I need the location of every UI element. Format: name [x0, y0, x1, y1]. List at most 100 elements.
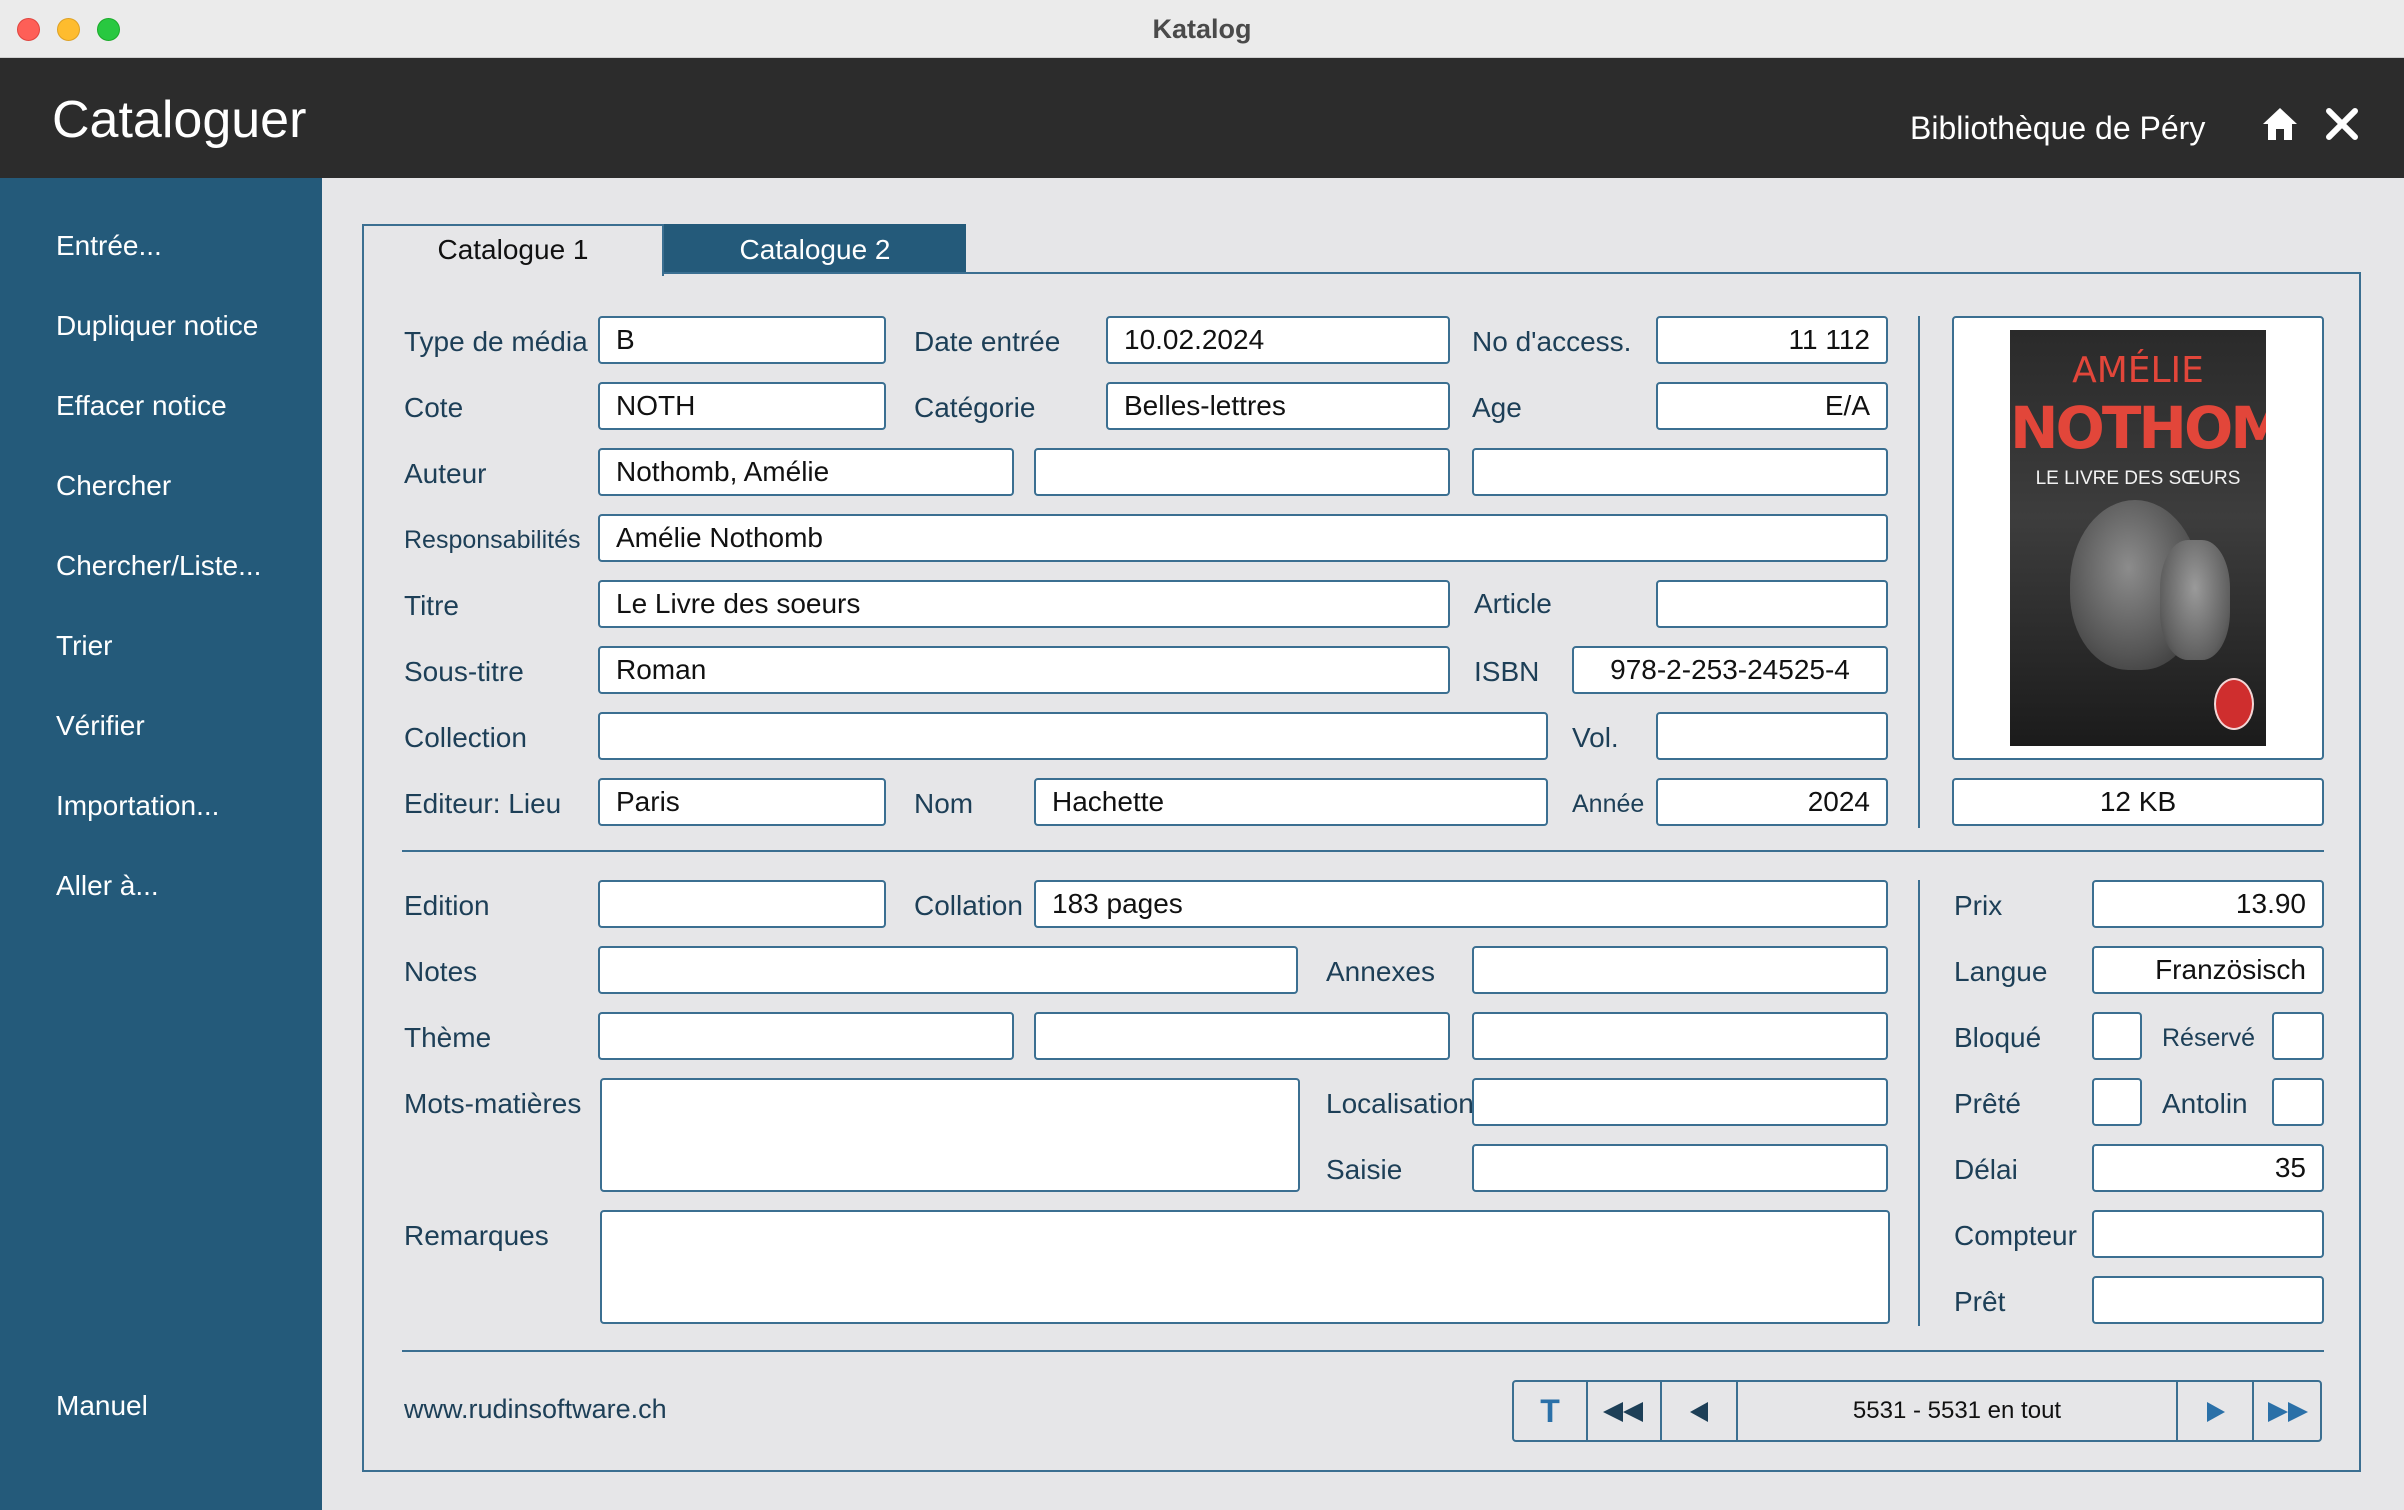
responsabilites-field[interactable]: Amélie Nothomb — [598, 514, 1888, 562]
label-langue: Langue — [1954, 956, 2048, 987]
lower-divider — [1918, 880, 1920, 1326]
label-age: Age — [1472, 392, 1522, 423]
auteur-field[interactable]: Nothomb, Amélie — [598, 448, 1014, 496]
sidebar-item-trier[interactable]: Trier — [56, 630, 113, 662]
theme-2-field[interactable] — [1034, 1012, 1450, 1060]
no-access-field[interactable]: 11 112 — [1656, 316, 1888, 364]
sidebar-item-chercher-liste[interactable]: Chercher/Liste... — [56, 550, 261, 582]
label-cote: Cote — [404, 392, 464, 423]
label-bloque: Bloqué — [1954, 1022, 2042, 1053]
title-bar: Katalog — [0, 0, 2404, 58]
mots-matieres-textarea[interactable] — [600, 1078, 1300, 1192]
sidebar-item-entree[interactable]: Entrée... — [56, 230, 162, 262]
label-isbn: ISBN — [1474, 656, 1540, 687]
vol-field[interactable] — [1656, 712, 1888, 760]
antolin-checkbox[interactable] — [2272, 1078, 2324, 1126]
prix-field[interactable]: 13.90 — [2092, 880, 2324, 928]
label-collection: Collection — [404, 722, 527, 753]
article-field[interactable] — [1656, 580, 1888, 628]
home-icon[interactable] — [2260, 104, 2300, 144]
theme-1-field[interactable] — [598, 1012, 1014, 1060]
fast-forward-icon — [2268, 1402, 2308, 1423]
tab-catalogue-1[interactable]: Catalogue 1 — [362, 224, 664, 276]
sidebar-item-chercher[interactable]: Chercher — [56, 470, 171, 502]
tab-catalogue-2[interactable]: Catalogue 2 — [664, 224, 966, 274]
label-sous-titre: Sous-titre — [404, 656, 524, 687]
app-header: Cataloguer Bibliothèque de Péry — [0, 58, 2404, 178]
cover-image-frame[interactable]: AMÉLIE NOTHOMB LE LIVRE DES SŒURS — [1952, 316, 2324, 760]
titre-field[interactable]: Le Livre des soeurs — [598, 580, 1450, 628]
type-media-field[interactable]: B — [598, 316, 886, 364]
label-prix: Prix — [1954, 890, 2003, 921]
footer-divider — [402, 1350, 2324, 1352]
collection-field[interactable] — [598, 712, 1548, 760]
previous-icon — [1690, 1402, 1708, 1423]
compteur-field[interactable] — [2092, 1210, 2324, 1258]
text-view-button[interactable]: T — [1514, 1382, 1588, 1440]
langue-field[interactable]: Französisch — [2092, 946, 2324, 994]
label-annexes: Annexes — [1326, 956, 1435, 987]
delai-field[interactable]: 35 — [2092, 1144, 2324, 1192]
cover-author-last: NOTHOMB — [2010, 394, 2266, 462]
label-annee: Année — [1572, 790, 1645, 818]
sidebar-item-effacer[interactable]: Effacer notice — [56, 390, 227, 422]
previous-record-button[interactable] — [1662, 1382, 1738, 1440]
sidebar-item-verifier[interactable]: Vérifier — [56, 710, 145, 742]
label-pret: Prêt — [1954, 1286, 2006, 1317]
sidebar: Entrée... Dupliquer notice Effacer notic… — [0, 178, 322, 1510]
label-antolin: Antolin — [2162, 1088, 2248, 1119]
edition-field[interactable] — [598, 880, 886, 928]
reserve-checkbox[interactable] — [2272, 1012, 2324, 1060]
first-record-button[interactable] — [1588, 1382, 1662, 1440]
label-compteur: Compteur — [1954, 1220, 2077, 1251]
label-no-access: No d'access. — [1472, 326, 1632, 357]
sidebar-item-manuel[interactable]: Manuel — [56, 1390, 148, 1422]
label-delai: Délai — [1954, 1154, 2018, 1185]
auteur-3-field[interactable] — [1472, 448, 1888, 496]
date-entree-field[interactable]: 10.02.2024 — [1106, 316, 1450, 364]
notes-field[interactable] — [598, 946, 1298, 994]
sidebar-item-importation[interactable]: Importation... — [56, 790, 219, 822]
isbn-field[interactable]: 978-2-253-24525-4 — [1572, 646, 1888, 694]
label-auteur: Auteur — [404, 458, 487, 489]
label-saisie: Saisie — [1326, 1154, 1403, 1185]
editeur-nom-field[interactable]: Hachette — [1034, 778, 1548, 826]
saisie-field[interactable] — [1472, 1144, 1888, 1192]
bloque-checkbox[interactable] — [2092, 1012, 2142, 1060]
upper-divider — [1918, 316, 1920, 828]
sidebar-item-dupliquer[interactable]: Dupliquer notice — [56, 310, 258, 342]
label-responsabilites: Responsabilités — [404, 526, 581, 554]
collation-field[interactable]: 183 pages — [1034, 880, 1888, 928]
website-link[interactable]: www.rudinsoftware.ch — [404, 1394, 667, 1425]
next-icon — [2207, 1402, 2225, 1423]
label-editeur-lieu: Editeur: Lieu — [404, 788, 562, 819]
prete-checkbox[interactable] — [2092, 1078, 2142, 1126]
rewind-icon — [1603, 1402, 1643, 1423]
pret-field[interactable] — [2092, 1276, 2324, 1324]
publisher-logo — [2214, 678, 2254, 730]
sous-titre-field[interactable]: Roman — [598, 646, 1450, 694]
label-localisation: Localisation — [1326, 1088, 1474, 1119]
sidebar-item-aller[interactable]: Aller à... — [56, 870, 159, 902]
auteur-2-field[interactable] — [1034, 448, 1450, 496]
label-vol: Vol. — [1572, 722, 1619, 753]
next-record-button[interactable] — [2180, 1382, 2254, 1440]
label-remarques: Remarques — [404, 1220, 549, 1251]
close-icon[interactable] — [2322, 104, 2362, 144]
cover-hand — [2160, 540, 2230, 660]
theme-3-field[interactable] — [1472, 1012, 1888, 1060]
age-field[interactable]: E/A — [1656, 382, 1888, 430]
record-status: 5531 - 5531 en tout — [1738, 1382, 2178, 1440]
last-record-button[interactable] — [2254, 1382, 2320, 1440]
annee-field[interactable]: 2024 — [1656, 778, 1888, 826]
record-navigation: T 5531 - 5531 en tout — [1512, 1380, 2322, 1442]
localisation-field[interactable] — [1472, 1078, 1888, 1126]
remarques-textarea[interactable] — [600, 1210, 1890, 1324]
categorie-field[interactable]: Belles-lettres — [1106, 382, 1450, 430]
editeur-lieu-field[interactable]: Paris — [598, 778, 886, 826]
cote-field[interactable]: NOTH — [598, 382, 886, 430]
annexes-field[interactable] — [1472, 946, 1888, 994]
image-size-field: 12 KB — [1952, 778, 2324, 826]
label-theme: Thème — [404, 1022, 492, 1053]
label-categorie: Catégorie — [914, 392, 1036, 423]
